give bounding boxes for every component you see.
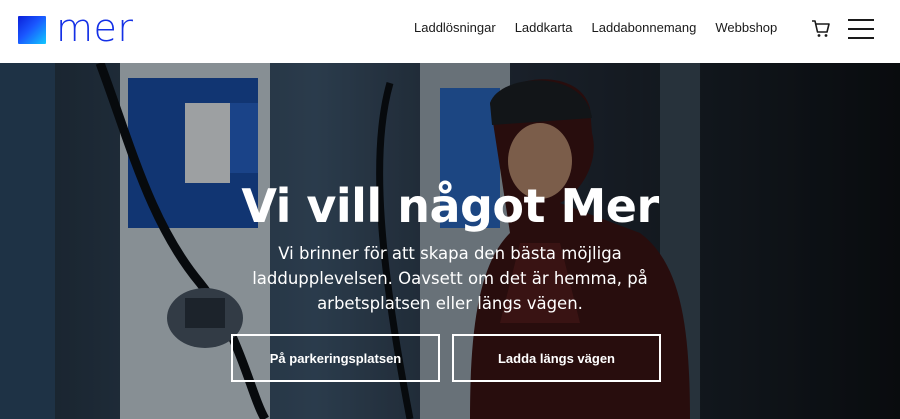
logo-mark-icon bbox=[18, 16, 46, 44]
nav-item-laddlosningar[interactable]: Laddlösningar bbox=[414, 20, 496, 35]
hero-content: Vi vill något Mer Vi brinner för att ska… bbox=[0, 63, 900, 419]
hero-section: Vi vill något Mer Vi brinner för att ska… bbox=[0, 63, 900, 419]
main-nav: Laddlösningar Laddkarta Laddabonnemang W… bbox=[414, 20, 796, 35]
cart-icon[interactable] bbox=[811, 19, 831, 39]
parking-cta-button[interactable]: På parkeringsplatsen bbox=[231, 334, 440, 382]
hero-subtitle: Vi brinner för att skapa den bästa möjli… bbox=[252, 244, 648, 313]
logo-text: mer bbox=[56, 6, 134, 50]
logo-link[interactable]: mer bbox=[18, 6, 134, 50]
nav-item-webbshop[interactable]: Webbshop bbox=[715, 20, 777, 35]
roadside-cta-button[interactable]: Ladda längs vägen bbox=[452, 334, 661, 382]
nav-item-laddkarta[interactable]: Laddkarta bbox=[515, 20, 573, 35]
site-header: mer Laddlösningar Laddkarta Laddabonnema… bbox=[0, 0, 900, 63]
hero-title: Vi vill något Mer bbox=[241, 179, 659, 233]
nav-item-laddabonnemang[interactable]: Laddabonnemang bbox=[592, 20, 697, 35]
menu-icon[interactable] bbox=[848, 19, 874, 39]
